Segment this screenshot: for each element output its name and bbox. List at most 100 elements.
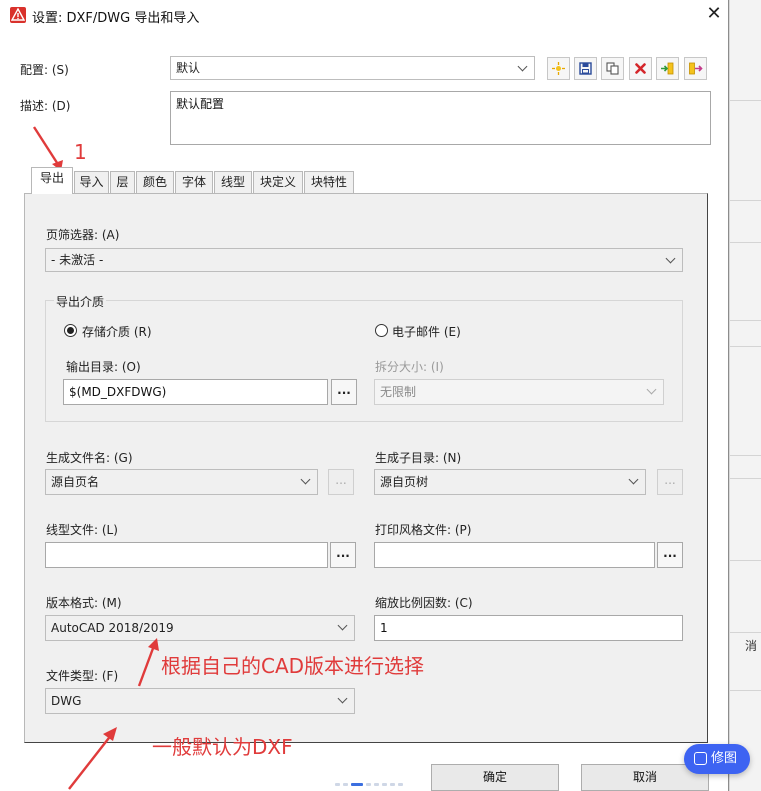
- background-divider: [730, 320, 761, 321]
- pager-dot: [335, 783, 340, 786]
- file-name-more-button[interactable]: ...: [328, 469, 354, 495]
- new-config-button[interactable]: [547, 57, 570, 80]
- chevron-down-icon: [646, 380, 658, 402]
- pager-dot: [366, 783, 371, 786]
- file-type-value: DWG: [51, 694, 82, 708]
- import-icon: [661, 62, 674, 75]
- settings-dialog: 设置: DXF/DWG 导出和导入 ✕ 配置: (S) 默认 描述: (D) 默…: [0, 0, 729, 791]
- scale-factor-input[interactable]: 1: [374, 615, 683, 641]
- file-type-label: 文件类型: (F): [46, 669, 119, 683]
- chevron-down-icon: [628, 470, 640, 492]
- storage-medium-label: 存储介质 (R): [82, 325, 152, 339]
- chevron-down-icon: [665, 249, 677, 271]
- background-divider: [730, 560, 761, 561]
- pager-dot: [382, 783, 387, 786]
- annotation-arrow-icon: [137, 638, 159, 687]
- export-icon: [689, 62, 703, 75]
- output-dir-input[interactable]: $(MD_DXFDWG): [63, 379, 328, 405]
- file-name-value: 源自页名: [51, 475, 100, 489]
- export-config-button[interactable]: [684, 57, 707, 80]
- new-icon: [552, 62, 565, 75]
- linetype-file-browse-button[interactable]: ...: [330, 542, 356, 568]
- split-size-value: 无限制: [380, 385, 417, 399]
- chevron-down-icon: [337, 689, 349, 711]
- output-dir-browse-button[interactable]: ...: [331, 379, 357, 405]
- delete-icon: [635, 63, 646, 74]
- copy-icon: [606, 62, 619, 75]
- image-edit-button[interactable]: 修图: [684, 744, 750, 774]
- file-name-select[interactable]: 源自页名: [45, 469, 318, 495]
- background-divider: [730, 690, 761, 691]
- chevron-down-icon: [337, 616, 349, 638]
- output-dir-label: 输出目录: (O): [66, 360, 141, 374]
- email-radio[interactable]: [375, 324, 388, 337]
- version-format-value: AutoCAD 2018/2019: [51, 621, 174, 635]
- storage-medium-radio[interactable]: [64, 324, 77, 337]
- copy-config-button[interactable]: [601, 57, 624, 80]
- export-medium-group-label: 导出介质: [54, 293, 107, 310]
- app-warning-icon: [10, 7, 26, 23]
- page-filter-select[interactable]: - 未激活 -: [45, 248, 683, 272]
- scale-factor-label: 缩放比例因数: (C): [375, 596, 473, 610]
- sub-dir-select[interactable]: 源自页树: [374, 469, 646, 495]
- description-label: 描述: (D): [20, 99, 71, 113]
- annotation-type-hint: 一般默认为DXF: [152, 735, 293, 759]
- config-select-value: 默认: [176, 61, 201, 75]
- plot-style-file-label: 打印风格文件: (P): [375, 523, 472, 537]
- tab-linetype[interactable]: 线型: [214, 171, 252, 193]
- delete-config-button[interactable]: [629, 57, 652, 80]
- background-clipped-text: 消: [744, 639, 757, 653]
- linetype-file-input[interactable]: [45, 542, 328, 568]
- tab-font[interactable]: 字体: [175, 171, 213, 193]
- pager-dot: [343, 783, 348, 786]
- tab-layer[interactable]: 层: [110, 171, 135, 193]
- background-window: 消: [729, 0, 761, 791]
- page-filter-value: - 未激活 -: [51, 253, 104, 267]
- background-divider: [730, 242, 761, 243]
- version-format-label: 版本格式: (M): [46, 596, 122, 610]
- annotation-step-number: 1: [74, 140, 87, 164]
- file-type-select[interactable]: DWG: [45, 688, 355, 714]
- pager-dot-active: [351, 783, 363, 786]
- version-format-select[interactable]: AutoCAD 2018/2019: [45, 615, 355, 641]
- background-divider: [730, 100, 761, 101]
- split-size-select[interactable]: 无限制: [374, 379, 664, 405]
- ok-button[interactable]: 确定: [431, 764, 559, 791]
- tab-export[interactable]: 导出: [31, 167, 73, 194]
- image-edit-label: 修图: [711, 751, 738, 766]
- chevron-down-icon: [517, 57, 529, 79]
- chevron-down-icon: [300, 470, 312, 492]
- pager-dot: [398, 783, 403, 786]
- description-textarea[interactable]: 默认配置: [170, 91, 711, 145]
- background-divider: [730, 632, 761, 633]
- linetype-file-label: 线型文件: (L): [46, 523, 118, 537]
- background-divider: [730, 346, 761, 347]
- sub-dir-more-button[interactable]: ...: [657, 469, 683, 495]
- tab-block-definition[interactable]: 块定义: [253, 171, 303, 193]
- tab-color[interactable]: 颜色: [136, 171, 174, 193]
- window-title: 设置: DXF/DWG 导出和导入: [32, 11, 200, 26]
- plot-style-file-browse-button[interactable]: ...: [657, 542, 683, 568]
- background-divider: [730, 455, 761, 456]
- annotation-arrow-icon: [68, 727, 117, 790]
- plot-style-file-input[interactable]: [374, 542, 655, 568]
- save-config-button[interactable]: [574, 57, 597, 80]
- pager-dot: [374, 783, 379, 786]
- sub-dir-label: 生成子目录: (N): [375, 451, 462, 465]
- pager-dot: [390, 783, 395, 786]
- background-divider: [730, 200, 761, 201]
- tab-import[interactable]: 导入: [74, 171, 109, 193]
- file-name-label: 生成文件名: (G): [46, 451, 133, 465]
- save-icon: [579, 62, 592, 75]
- image-edit-icon: [694, 752, 707, 765]
- import-config-button[interactable]: [656, 57, 679, 80]
- background-divider: [730, 478, 761, 479]
- config-select[interactable]: 默认: [170, 56, 535, 80]
- sub-dir-value: 源自页树: [380, 475, 429, 489]
- pager-dots: [335, 777, 406, 791]
- annotation-version-hint: 根据自己的CAD版本进行选择: [161, 654, 425, 678]
- page-filter-label: 页筛选器: (A): [46, 228, 120, 242]
- tab-block-attributes[interactable]: 块特性: [304, 171, 354, 193]
- split-size-label: 拆分大小: (I): [375, 360, 444, 374]
- close-button[interactable]: ✕: [704, 4, 724, 24]
